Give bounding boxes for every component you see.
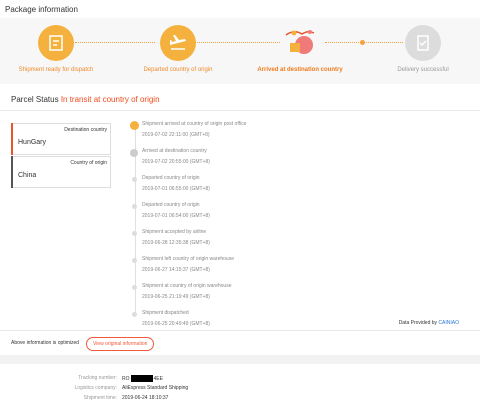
timeline-dot (130, 149, 138, 157)
event-text: Departed country of origin (142, 175, 200, 181)
destination-country-label: Destination country (64, 127, 107, 133)
progress-steps: Shipment ready for dispatch Departed cou… (0, 18, 480, 84)
event-time: 2019-07-02 20:55:00 (GMT+8) (142, 159, 210, 165)
tracking-number-value: RO 4EE (122, 375, 163, 382)
timeline-dot (132, 177, 137, 182)
logistics-company-value: AliExpress Standard Shipping (122, 385, 189, 391)
shipment-time-value: 2019-06-24 18:10:37 (122, 395, 169, 401)
destination-accent-bar (11, 123, 13, 155)
parcel-status: Parcel Status In transit at country of o… (11, 95, 160, 104)
event-time: 2019-07-02 22:11:00 (GMT+8) (142, 132, 210, 138)
step-label: Delivery successful (397, 67, 449, 73)
event-time: 2019-06-25 20:49:49 (GMT+8) (142, 321, 210, 327)
event-time: 2019-06-28 12:35:38 (GMT+8) (142, 240, 210, 246)
step-label: Departed country of origin (143, 67, 213, 73)
step-label: Shipment ready for dispatch (18, 67, 94, 73)
event-text: Shipment dispatched (142, 310, 189, 316)
package-icon (38, 25, 74, 61)
clipboard-check-icon (405, 25, 441, 61)
parcel-status-value: In transit at country of origin (60, 95, 160, 104)
timeline-dot (132, 231, 137, 236)
event-text: Shipment accepted by airline (142, 229, 207, 235)
tracking-number-label: Tracking number: (78, 375, 117, 381)
parcel-status-label: Parcel Status (11, 95, 59, 104)
section-separator (0, 355, 480, 364)
step-departed-origin: Departed country of origin (128, 25, 228, 73)
shipment-time-label: Shipment time: (83, 395, 117, 401)
progress-marker (360, 40, 365, 45)
divider (0, 330, 480, 331)
event-time: 2019-06-25 21:19:49 (GMT+8) (142, 294, 210, 300)
event-time: 2019-07-01 06:54:00 (GMT+8) (142, 213, 210, 219)
event-text: Departed country of origin (142, 202, 200, 208)
timeline-dot (132, 312, 137, 317)
current-status-icon (130, 121, 139, 130)
event-time: 2019-07-01 06:55:00 (GMT+8) (142, 186, 210, 192)
page-title: Package information (5, 5, 78, 14)
event-text: Shipment left country of origin warehous… (142, 256, 234, 262)
step-label: Arrived at destination country (257, 67, 343, 73)
redaction-bar (130, 375, 153, 382)
view-original-button[interactable]: View original information (86, 337, 155, 351)
origin-country-name: China (18, 172, 37, 179)
optimized-note: Above information is optimized (11, 340, 80, 346)
origin-country-label: Country of origin (70, 160, 107, 166)
event-text: Shipment arrived at country of origin po… (142, 121, 247, 127)
tracking-suffix: 4EE (153, 375, 163, 382)
origin-accent-bar (11, 156, 13, 188)
destination-country-name: HunGary (18, 139, 47, 146)
cainiao-link[interactable]: CAINIAO (438, 320, 459, 326)
event-text: Shipment at country of origin warehouse (142, 283, 232, 289)
destination-country-box: Destination country HunGary (11, 123, 111, 155)
step-arrived-destination: Arrived at destination country (250, 25, 350, 73)
tracking-prefix: RO (122, 375, 130, 382)
timeline-dot (132, 204, 137, 209)
destination-icon (282, 25, 318, 61)
event-text: Arrived at destination country (142, 148, 207, 154)
event-time: 2019-06-27 14:15:37 (GMT+8) (142, 267, 210, 273)
step-shipment-ready: Shipment ready for dispatch (6, 25, 106, 73)
divider (0, 110, 480, 111)
step-delivery-successful: Delivery successful (373, 25, 473, 73)
timeline-dot (132, 285, 137, 290)
logistics-company-label: Logistics company: (74, 385, 117, 391)
origin-country-box: Country of origin China (11, 156, 111, 188)
data-provider: Data Provided by CAINIAO (399, 320, 459, 326)
plane-icon (160, 25, 196, 61)
timeline-dot (132, 258, 137, 263)
data-provider-prefix: Data Provided by (398, 320, 438, 326)
